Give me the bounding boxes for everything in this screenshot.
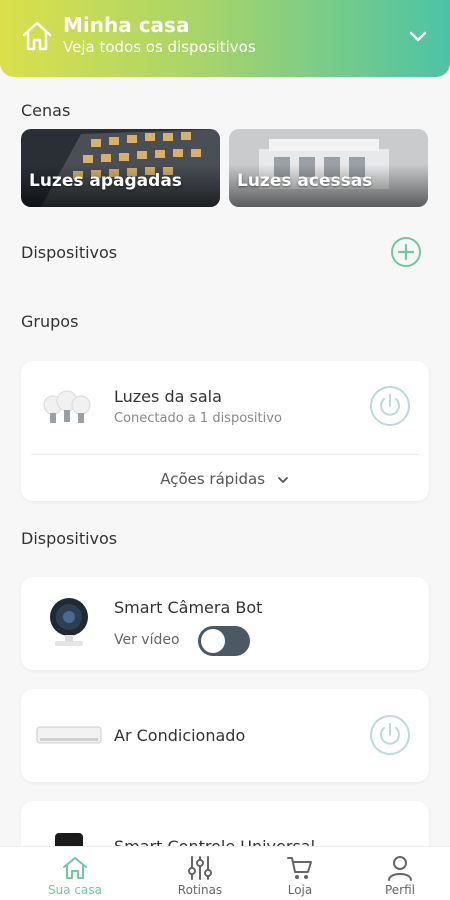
cart-icon	[287, 857, 312, 879]
group-card-luzes-da-sala[interactable]: Luzes da sala Conectado a 1 dispositivo …	[21, 361, 429, 501]
power-icon[interactable]	[369, 385, 411, 427]
sliders-icon	[188, 856, 212, 880]
scene-image	[229, 129, 428, 207]
video-toggle[interactable]	[198, 626, 250, 656]
nav-sua-casa[interactable]: Sua casa	[30, 847, 120, 900]
power-icon[interactable]	[369, 714, 411, 756]
device-name: Smart Câmera Bot	[114, 598, 263, 617]
nav-rotinas[interactable]: Rotinas	[155, 847, 245, 900]
nav-label: Rotinas	[177, 883, 223, 897]
divider	[31, 454, 419, 455]
home-icon	[22, 21, 52, 51]
add-device-button[interactable]	[390, 236, 422, 268]
groups-label: Grupos	[21, 312, 79, 331]
scene-card-luzes-acessas[interactable]: Luzes acessas	[229, 129, 428, 207]
user-icon	[388, 856, 412, 881]
devices-label: Dispositivos	[21, 529, 118, 548]
nav-perfil[interactable]: Perfil	[355, 847, 445, 900]
light-bulbs-icon	[43, 390, 91, 423]
scene-image	[21, 129, 220, 207]
page-subtitle: Veja todos os dispositivos	[63, 38, 256, 56]
quick-actions-toggle[interactable]: Ações rápidas	[21, 470, 429, 488]
page-title: Minha casa	[63, 13, 190, 37]
toggle-knob	[201, 629, 225, 653]
devices-header-label: Dispositivos	[21, 243, 118, 262]
scene-card-luzes-apagadas[interactable]: Luzes apagadas	[21, 129, 220, 207]
home-icon	[63, 857, 87, 879]
scene-label: Luzes acessas	[237, 171, 373, 191]
chevron-down-icon	[277, 476, 288, 483]
group-name: Luzes da sala	[114, 387, 222, 406]
scenes-label: Cenas	[21, 101, 71, 120]
bottom-navigation: Sua casa Rotinas Loja Perfil	[0, 846, 450, 900]
scene-label: Luzes apagadas	[29, 171, 182, 191]
device-name: Ar Condicionado	[114, 726, 246, 745]
nav-label: Sua casa	[48, 883, 102, 897]
group-status: Conectado a 1 dispositivo	[114, 411, 282, 426]
device-card-camera[interactable]: Smart Câmera Bot Ver vídeo	[21, 577, 429, 670]
camera-icon	[50, 598, 88, 646]
nav-loja[interactable]: Loja	[255, 847, 345, 900]
air-conditioner-icon	[36, 726, 102, 744]
header-bar[interactable]: Minha casa Veja todos os dispositivos	[0, 0, 450, 77]
view-video-label: Ver vídeo	[114, 632, 180, 648]
nav-label: Loja	[287, 883, 313, 897]
chevron-down-icon[interactable]	[406, 24, 430, 48]
device-card-ar-condicionado[interactable]: Ar Condicionado	[21, 689, 429, 782]
quick-actions-label: Ações rápidas	[160, 470, 266, 488]
nav-label: Perfil	[384, 883, 416, 897]
